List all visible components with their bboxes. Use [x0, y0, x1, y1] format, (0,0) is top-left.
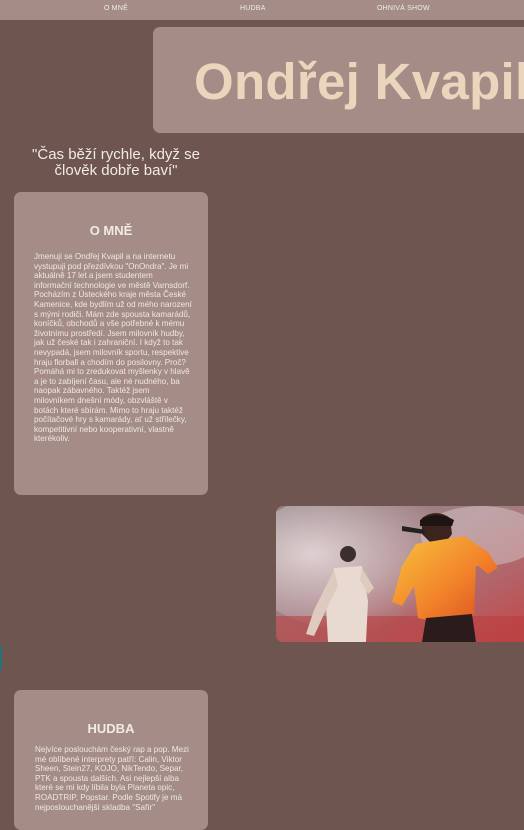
top-navigation: O MNĚ HUDBA OHNIVÁ SHOW: [0, 0, 524, 20]
about-section: O MNĚ Jmenuji se Ondřej Kvapil a na inte…: [14, 192, 208, 495]
music-section: HUDBA Nejvíce poslouchám český rap a pop…: [14, 690, 208, 830]
nav-link-hudba[interactable]: HUDBA: [240, 5, 266, 12]
nav-link-o-mne[interactable]: O MNĚ: [104, 5, 128, 12]
nav-link-ohniva-show[interactable]: OHNIVÁ SHOW: [377, 5, 430, 12]
quote-text: "Čas běží rychle, když se člověk dobře b…: [32, 146, 200, 179]
page-title: Ondřej Kvapil: [194, 53, 524, 110]
about-heading: O MNĚ: [89, 223, 133, 238]
concert-photo-image: [276, 506, 524, 642]
music-heading: HUDBA: [87, 721, 135, 736]
title-banner: Ondřej Kvapil: [153, 27, 524, 133]
music-text: Nejvíce poslouchám český rap a pop. Mezi…: [35, 745, 189, 812]
about-text: Jmenuji se Ondřej Kvapil a na internetu …: [34, 252, 192, 444]
edge-marker: [0, 646, 2, 670]
concert-photo: [276, 506, 524, 642]
